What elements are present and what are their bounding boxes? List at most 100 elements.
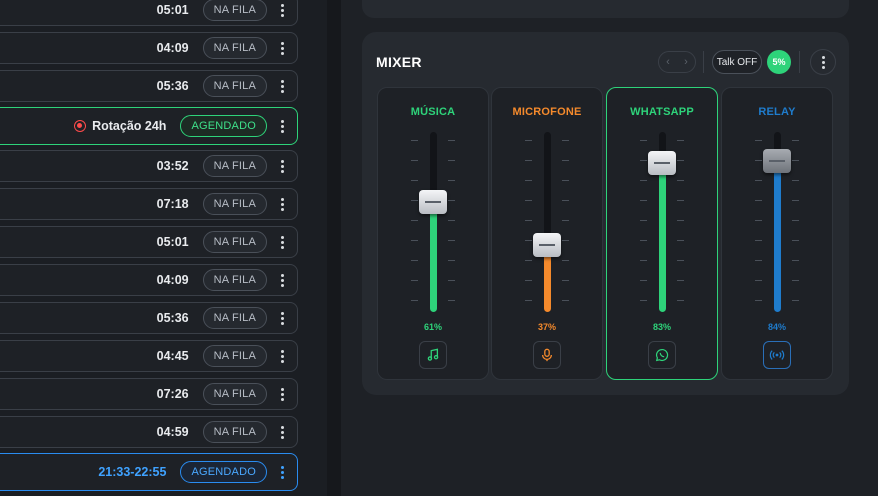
row-menu-icon[interactable]	[273, 235, 291, 249]
scale-tick	[562, 200, 569, 201]
fader-knob[interactable]	[763, 148, 791, 173]
panel-divider	[327, 0, 341, 496]
scale-tick	[792, 200, 799, 201]
scale-tick	[677, 180, 684, 181]
scale-tick	[792, 180, 799, 181]
music-note-icon[interactable]	[419, 341, 447, 369]
scale-tick	[755, 200, 762, 201]
mixer-card: MIXER ‹ › Talk OFF 5% MÚSICA 61% MICROFO…	[362, 32, 849, 395]
row-menu-icon[interactable]	[273, 349, 291, 363]
scale-tick	[562, 240, 569, 241]
status-badge: NA FILA	[202, 307, 267, 329]
scale-tick	[755, 180, 762, 181]
status-badge: NA FILA	[202, 231, 267, 253]
scale-tick	[640, 240, 647, 241]
queue-row[interactable]: 05:36 NA FILA	[0, 70, 298, 102]
talk-percent-badge[interactable]: 5%	[767, 50, 791, 74]
scale-tick	[792, 160, 799, 161]
mixer-menu-icon[interactable]	[810, 49, 836, 75]
chevron-left-icon[interactable]: ‹	[666, 56, 670, 68]
scale-tick	[640, 180, 647, 181]
queue-row[interactable]: 05:01 NA FILA	[0, 0, 298, 26]
queue-row[interactable]: 04:09 NA FILA	[0, 32, 298, 64]
scale-tick	[640, 300, 647, 301]
queue-row[interactable]: 07:18 NA FILA	[0, 188, 298, 220]
row-duration: 07:26	[156, 387, 189, 401]
scale-tick	[792, 140, 799, 141]
channel-label: RELAY	[758, 106, 796, 118]
queue-row[interactable]: 05:01 NA FILA	[0, 226, 298, 258]
status-badge: NA FILA	[202, 37, 267, 59]
fader-knob[interactable]	[533, 233, 561, 258]
fader-knob[interactable]	[419, 190, 447, 215]
row-menu-icon[interactable]	[273, 41, 291, 55]
whatsapp-icon[interactable]	[648, 341, 676, 369]
row-duration: 05:36	[156, 311, 189, 325]
scale-tick	[448, 220, 455, 221]
queue-row-scheduled[interactable]: 21:33-22:55 AGENDADO	[0, 453, 298, 491]
scale-tick	[562, 180, 569, 181]
row-menu-icon[interactable]	[273, 273, 291, 287]
scale-tick	[792, 260, 799, 261]
scale-tick	[792, 240, 799, 241]
scale-tick	[562, 260, 569, 261]
channel-value: 37%	[537, 322, 556, 332]
queue-row-scheduled[interactable]: Rotação 24h AGENDADO	[0, 107, 298, 145]
channel-musica: MÚSICA 61%	[377, 87, 489, 380]
scale-tick	[525, 280, 532, 281]
scale-tick	[755, 280, 762, 281]
scale-tick	[525, 160, 532, 161]
top-card	[362, 0, 849, 18]
queue-row[interactable]: 05:36 NA FILA	[0, 302, 298, 334]
queue-panel: 05:01 NA FILA 04:09 NA FILA 05:36 NA FIL…	[0, 0, 327, 496]
scale-tick	[755, 140, 762, 141]
row-menu-icon[interactable]	[273, 119, 291, 133]
row-menu-icon[interactable]	[273, 465, 291, 479]
separator	[703, 51, 704, 73]
scale-tick	[755, 240, 762, 241]
channel-label: MICROFONE	[512, 106, 582, 118]
scale-tick	[448, 140, 455, 141]
row-menu-icon[interactable]	[273, 425, 291, 439]
broadcast-icon[interactable]	[763, 341, 791, 369]
channel-whatsapp: WHATSAPP 83%	[606, 87, 718, 380]
scale-tick	[562, 280, 569, 281]
scale-tick	[677, 200, 684, 201]
scale-tick	[411, 260, 418, 261]
fader-track[interactable]	[429, 132, 437, 312]
fader-fill	[658, 162, 666, 312]
channel-value: 61%	[423, 322, 442, 332]
row-menu-icon[interactable]	[273, 311, 291, 325]
fader-fill	[429, 202, 437, 312]
queue-row[interactable]: 03:52 NA FILA	[0, 150, 298, 182]
queue-row[interactable]: 04:59 NA FILA	[0, 416, 298, 448]
channel-label: MÚSICA	[410, 106, 456, 118]
row-menu-icon[interactable]	[273, 79, 291, 93]
row-menu-icon[interactable]	[273, 197, 291, 211]
scale-tick	[411, 200, 418, 201]
queue-row[interactable]: 04:09 NA FILA	[0, 264, 298, 296]
fader-track[interactable]	[543, 132, 551, 312]
queue-row[interactable]: 07:26 NA FILA	[0, 378, 298, 410]
talk-toggle-button[interactable]: Talk OFF	[712, 50, 762, 74]
queue-row[interactable]: 04:45 NA FILA	[0, 340, 298, 372]
row-menu-icon[interactable]	[273, 387, 291, 401]
scale-tick	[525, 140, 532, 141]
status-badge: NA FILA	[202, 383, 267, 405]
scale-tick	[792, 220, 799, 221]
row-schedule-time: 21:33-22:55	[98, 465, 167, 479]
row-duration: 07:18	[156, 197, 189, 211]
scale-tick	[525, 300, 532, 301]
rotation-text: Rotação 24h	[92, 119, 167, 133]
mixer-nav: ‹ ›	[658, 51, 696, 73]
scale-tick	[677, 220, 684, 221]
scale-tick	[640, 260, 647, 261]
chevron-right-icon[interactable]: ›	[684, 56, 688, 68]
row-menu-icon[interactable]	[273, 3, 291, 17]
row-duration: 05:01	[156, 3, 189, 17]
microphone-icon[interactable]	[533, 341, 561, 369]
scale-tick	[677, 240, 684, 241]
fader-knob[interactable]	[648, 150, 676, 175]
row-menu-icon[interactable]	[273, 159, 291, 173]
right-panel: MIXER ‹ › Talk OFF 5% MÚSICA 61% MICROFO…	[341, 0, 878, 496]
